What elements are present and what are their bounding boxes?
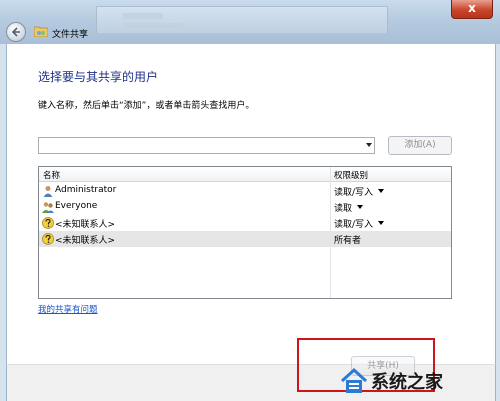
- shared-folder-icon: [34, 26, 48, 37]
- window-title: 文件共享: [52, 30, 89, 40]
- list-item[interactable]: Everyone 读取: [39, 199, 451, 215]
- user-permission-list[interactable]: 名称 权限级别 Administrator 读取/写入 Everyone 读取: [38, 166, 452, 299]
- permission-level[interactable]: 读取: [334, 201, 352, 214]
- column-header-permission[interactable]: 权限级别: [334, 169, 368, 181]
- window-titlebar: x 文件共享: [0, 0, 500, 44]
- list-item[interactable]: <未知联系人> 读取/写入: [39, 215, 451, 231]
- group-icon: [42, 202, 54, 213]
- background-window-text: [123, 23, 183, 28]
- help-link[interactable]: 我的共享有问题: [38, 303, 98, 315]
- close-button[interactable]: x: [451, 0, 493, 19]
- watermark-logo: 系统之家: [339, 364, 497, 398]
- instruction-text: 键入名称，然后单击“添加”，或者单击箭头查找用户。: [38, 101, 255, 111]
- user-name: <未知联系人>: [55, 236, 116, 246]
- watermark-text: 系统之家: [371, 372, 443, 393]
- close-icon: x: [468, 1, 476, 15]
- background-window-text: [123, 13, 163, 19]
- permission-dropdown-icon[interactable]: [378, 221, 384, 225]
- permission-level[interactable]: 读取/写入: [334, 217, 373, 230]
- house-logo-icon: [340, 367, 368, 393]
- user-name: <未知联系人>: [55, 220, 116, 230]
- list-header: 名称 权限级别: [39, 167, 451, 182]
- unknown-contact-icon: [42, 233, 54, 245]
- user-name-combobox[interactable]: [38, 137, 375, 154]
- user-name: Everyone: [55, 201, 98, 211]
- dialog-content: 选择要与其共享的用户 键入名称，然后单击“添加”，或者单击箭头查找用户。 添加(…: [6, 44, 496, 364]
- background-window: [96, 6, 388, 33]
- permission-level: 所有者: [334, 236, 362, 246]
- dropdown-arrow-icon[interactable]: [366, 143, 372, 147]
- column-header-name[interactable]: 名称: [43, 169, 60, 181]
- page-title: 选择要与其共享的用户: [38, 70, 159, 84]
- list-item[interactable]: Administrator 读取/写入: [39, 183, 451, 199]
- back-arrow-icon: [11, 27, 20, 37]
- add-button[interactable]: 添加(A): [388, 136, 452, 155]
- permission-level[interactable]: 读取/写入: [334, 185, 373, 198]
- permission-dropdown-icon[interactable]: [357, 205, 363, 209]
- back-button[interactable]: [6, 22, 26, 42]
- list-item[interactable]: <未知联系人> 所有者: [39, 231, 451, 247]
- permission-dropdown-icon[interactable]: [378, 189, 384, 193]
- user-icon: [43, 186, 53, 197]
- unknown-contact-icon: [42, 217, 54, 229]
- user-name: Administrator: [55, 185, 117, 195]
